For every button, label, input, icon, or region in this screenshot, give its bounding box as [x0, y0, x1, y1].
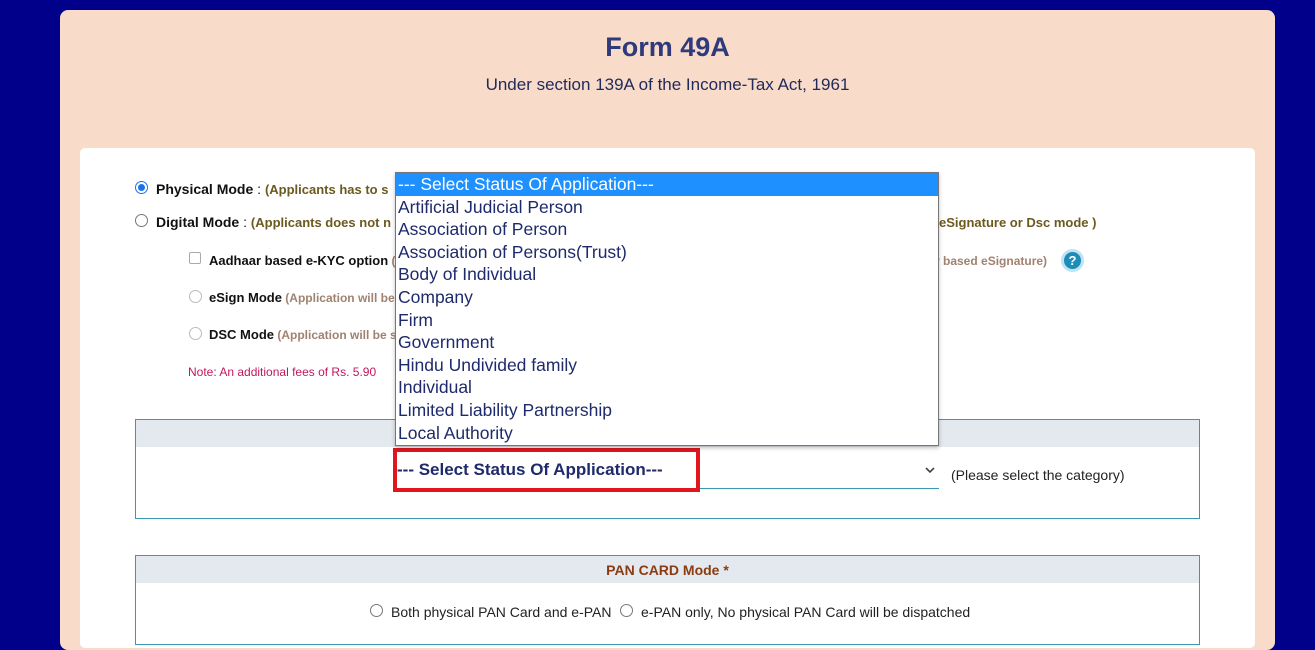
- physical-mode-radio[interactable]: [135, 181, 148, 194]
- dsc-mode-label[interactable]: DSC Mode (Application will be s: [209, 327, 397, 342]
- digital-mode-label[interactable]: Digital Mode : (Applicants does not n: [156, 214, 391, 230]
- dropdown-option[interactable]: Body of Individual: [396, 263, 938, 286]
- dsc-mode-note: (Application will be s: [274, 328, 397, 342]
- digital-mode-note: (Applicants does not n: [250, 215, 392, 230]
- page-subtitle: Under section 139A of the Income-Tax Act…: [485, 75, 850, 94]
- digital-mode-title: Digital Mode: [156, 214, 240, 230]
- dropdown-option[interactable]: Limited Liability Partnership: [396, 399, 938, 422]
- dropdown-option[interactable]: Local Authority: [396, 422, 938, 445]
- digital-mode-note-right: eSignature or Dsc mode ): [939, 215, 1097, 230]
- dsc-mode-title: DSC Mode: [209, 327, 274, 342]
- dropdown-option[interactable]: Association of Person: [396, 218, 938, 241]
- pan-option-both-label[interactable]: Both physical PAN Card and e-PAN: [391, 604, 611, 620]
- help-icon[interactable]: ?: [1061, 249, 1084, 272]
- esign-mode-title: eSign Mode: [209, 290, 282, 305]
- dsc-mode-radio[interactable]: [189, 327, 202, 340]
- aadhaar-ekyc-note-right: r based eSignature): [935, 254, 1048, 268]
- physical-mode-separator: :: [253, 181, 265, 197]
- fee-note: Note: An additional fees of Rs. 5.90: [188, 365, 377, 379]
- digital-mode-radio[interactable]: [135, 214, 148, 227]
- dropdown-option[interactable]: Individual: [396, 376, 938, 399]
- dropdown-option[interactable]: Association of Persons(Trust): [396, 241, 938, 264]
- aadhaar-ekyc-label[interactable]: Aadhaar based e-KYC option (: [209, 253, 395, 268]
- pan-option-epan-label[interactable]: e-PAN only, No physical PAN Card will be…: [641, 604, 970, 620]
- esign-mode-note: (Application will be: [281, 291, 395, 305]
- dropdown-option[interactable]: Artificial Judicial Person: [396, 196, 938, 219]
- chevron-down-icon: [925, 462, 935, 477]
- physical-mode-title: Physical Mode: [156, 181, 254, 197]
- dropdown-option[interactable]: Government: [396, 331, 938, 354]
- digital-mode-separator: :: [239, 214, 251, 230]
- esign-mode-label[interactable]: eSign Mode (Application will be: [209, 290, 395, 305]
- pan-card-mode-section: PAN CARD Mode *: [135, 555, 1200, 645]
- pan-option-both-radio[interactable]: [370, 604, 383, 617]
- status-dropdown-list[interactable]: --- Select Status Of Application--- Arti…: [395, 172, 939, 446]
- pan-card-mode-heading: PAN CARD Mode *: [606, 562, 729, 578]
- dropdown-option[interactable]: Company: [396, 286, 938, 309]
- aadhaar-ekyc-title: Aadhaar based e-KYC option: [209, 253, 389, 268]
- aadhaar-ekyc-checkbox[interactable]: [189, 252, 201, 264]
- page-title: Form 49A: [605, 32, 730, 62]
- dropdown-option[interactable]: Hindu Undivided family: [396, 354, 938, 377]
- esign-mode-radio[interactable]: [189, 290, 202, 303]
- status-select-hint: (Please select the category): [951, 467, 1125, 483]
- physical-mode-note: (Applicants has to s: [264, 182, 389, 197]
- dropdown-option[interactable]: --- Select Status Of Application---: [396, 173, 938, 196]
- pan-option-epan-radio[interactable]: [620, 604, 633, 617]
- dropdown-option[interactable]: Firm: [396, 309, 938, 332]
- highlight-annotation: [393, 448, 700, 492]
- pan-card-mode-header: PAN CARD Mode *: [136, 556, 1199, 583]
- physical-mode-label[interactable]: Physical Mode : (Applicants has to s: [156, 181, 388, 197]
